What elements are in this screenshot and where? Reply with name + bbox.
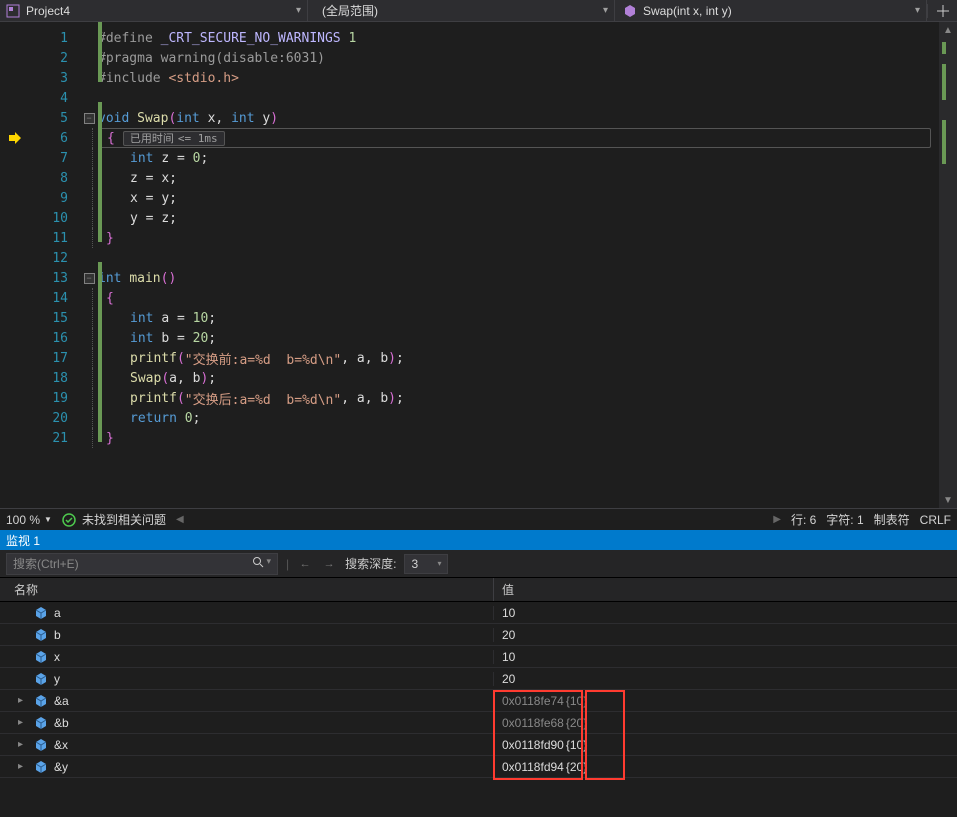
variable-extra: {10} (566, 738, 587, 752)
watch-row[interactable]: y 20 (0, 668, 957, 690)
variable-name: &b (54, 716, 69, 730)
variable-icon (34, 760, 48, 774)
fold-toggle[interactable]: − (84, 113, 95, 124)
expand-icon[interactable]: ▸ (18, 717, 28, 728)
search-input[interactable]: 搜索(Ctrl+E) ▾ (6, 553, 278, 575)
scope-text: (全局范围) (322, 2, 378, 19)
search-prev-icon[interactable]: ← (297, 558, 313, 570)
split-button[interactable] (927, 4, 957, 18)
expand-icon[interactable]: ▸ (18, 761, 28, 772)
variable-icon (34, 738, 48, 752)
watch-row[interactable]: ▸ &a 0x0118fe74 {10} (0, 690, 957, 712)
watch-header-row: 名称 值 (0, 578, 957, 602)
scope-dropdown[interactable]: (全局范围) ▾ (308, 0, 615, 21)
fold-column: − − (80, 22, 98, 508)
indent-mode[interactable]: 制表符 (874, 511, 910, 528)
variable-name: x (54, 650, 60, 664)
variable-icon (34, 694, 48, 708)
chevron-down-icon: ▾ (296, 5, 301, 16)
variable-icon (34, 606, 48, 620)
scroll-up-icon[interactable]: ▲ (939, 22, 957, 38)
search-icon (252, 556, 264, 571)
watch-row[interactable]: x 10 (0, 646, 957, 668)
nav-right-icon[interactable]: ▶ (773, 514, 781, 525)
variable-value: 10 (502, 650, 515, 664)
vertical-scrollbar[interactable]: ▲ ▼ (939, 22, 957, 508)
variable-value: 0x0118fe68 (502, 716, 564, 730)
expand-icon[interactable]: ▸ (18, 739, 28, 750)
check-circle-icon (62, 513, 76, 527)
header-name[interactable]: 名称 (0, 578, 494, 601)
variable-value: 10 (502, 606, 515, 620)
watch-row[interactable]: b 20 (0, 624, 957, 646)
watch-tab-label: 监视 1 (6, 532, 40, 549)
watch-tab-header[interactable]: 监视 1 (0, 530, 957, 550)
current-line-arrow-icon (0, 128, 30, 148)
project-icon (6, 4, 20, 18)
line-ending[interactable]: CRLF (920, 513, 951, 527)
nav-breadcrumb: Project4 ▾ (全局范围) ▾ Swap(int x, int y) ▾ (0, 0, 957, 22)
watch-search-bar: 搜索(Ctrl+E) ▾ | ← → 搜索深度: 3 ▾ (0, 550, 957, 578)
variable-name: a (54, 606, 61, 620)
depth-combo[interactable]: 3 ▾ (404, 554, 448, 574)
variable-extra: {10} (566, 694, 587, 708)
scroll-down-icon[interactable]: ▼ (939, 492, 957, 508)
method-icon (623, 4, 637, 18)
member-dropdown[interactable]: Swap(int x, int y) ▾ (615, 0, 927, 21)
variable-icon (34, 716, 48, 730)
variable-value: 20 (502, 628, 515, 642)
depth-label: 搜索深度: (345, 555, 396, 572)
header-value[interactable]: 值 (494, 578, 957, 601)
chevron-down-icon: ▾ (915, 5, 920, 16)
variable-value: 0x0118fe74 (502, 694, 564, 708)
variable-extra: {20} (566, 760, 587, 774)
chevron-down-icon: ▾ (603, 5, 608, 16)
nav-left-icon[interactable]: ◀ (176, 514, 184, 525)
zoom-level[interactable]: 100 %▼ (6, 513, 52, 527)
cursor-col: 字符: 1 (826, 511, 863, 528)
variable-icon (34, 628, 48, 642)
watch-row[interactable]: a 10 (0, 602, 957, 624)
variable-icon (34, 672, 48, 686)
fold-toggle[interactable]: − (84, 273, 95, 284)
editor-status-bar: 100 %▼ 未找到相关问题 ◀ ▶ 行: 6 字符: 1 制表符 CRLF (0, 508, 957, 530)
watch-row[interactable]: ▸ &b 0x0118fe68 {20} (0, 712, 957, 734)
variable-name: &y (54, 760, 68, 774)
variable-value: 0x0118fd94 (502, 760, 564, 774)
variable-value: 0x0118fd90 (502, 738, 564, 752)
variable-name: y (54, 672, 60, 686)
line-numbers: 1 2 3 4 5 6 7 8 9 10 11 12 13 14 15 16 1… (30, 22, 80, 508)
expand-icon[interactable]: ▸ (18, 695, 28, 706)
watch-row[interactable]: ▸ &y 0x0118fd94 {20} (0, 756, 957, 778)
issues-text: 未找到相关问题 (82, 511, 166, 528)
project-name: Project4 (26, 4, 70, 18)
watch-row[interactable]: ▸ &x 0x0118fd90 {10} (0, 734, 957, 756)
search-next-icon[interactable]: → (321, 558, 337, 570)
cursor-line: 行: 6 (791, 511, 816, 528)
variable-value: 20 (502, 672, 515, 686)
issues-indicator[interactable]: 未找到相关问题 (62, 511, 166, 528)
variable-name: b (54, 628, 61, 642)
member-text: Swap(int x, int y) (643, 4, 732, 18)
code-content[interactable]: #define _CRT_SECURE_NO_WARNINGS 1 #pragm… (98, 22, 957, 508)
perf-hint[interactable]: 已用时间<= 1ms (123, 131, 225, 146)
watch-table: 名称 值 a 10 b 20 x 10 y 20 ▸ &a 0x0118fe74 {10} ▸ &b 0x… (0, 578, 957, 817)
code-editor[interactable]: 1 2 3 4 5 6 7 8 9 10 11 12 13 14 15 16 1… (0, 22, 957, 530)
variable-extra: {20} (566, 716, 587, 730)
variable-icon (34, 650, 48, 664)
glyph-margin (0, 22, 30, 508)
project-dropdown[interactable]: Project4 ▾ (0, 0, 308, 21)
variable-name: &x (54, 738, 68, 752)
variable-name: &a (54, 694, 69, 708)
